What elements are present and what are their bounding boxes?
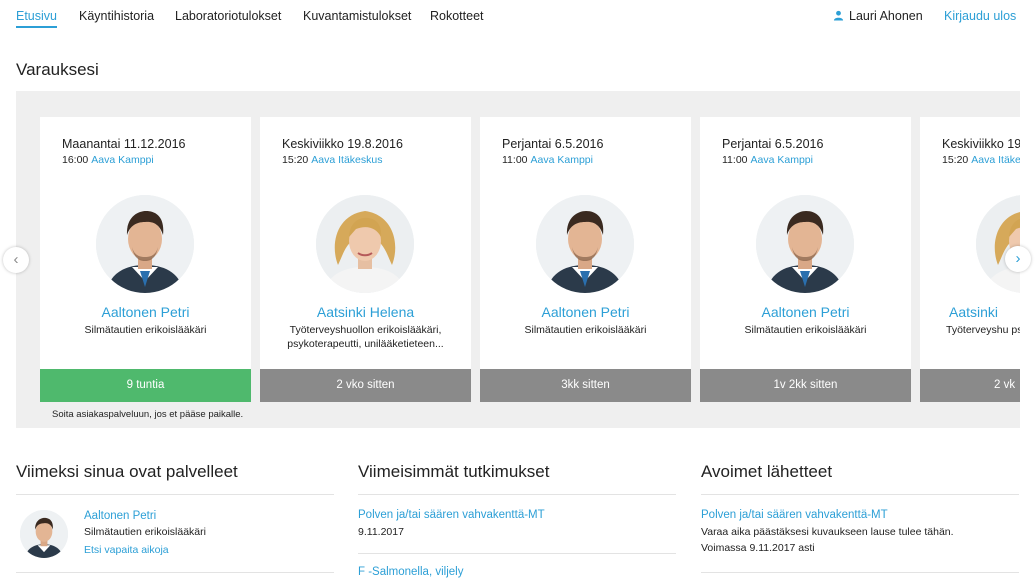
open-referrals-section: Avoimet lähetteet Polven ja/tai säären v… <box>701 462 1019 583</box>
referral-item-link[interactable]: Polven ja/tai säären vahvakenttä-MT <box>701 509 888 521</box>
recent-doctors-title: Viimeksi sinua ovat palvelleet <box>16 462 238 481</box>
booking-card[interactable]: Keskiviikko 19.8.2016 15:20 Aava Itäkesku… <box>260 117 471 402</box>
booking-status-badge: 2 vko sitten <box>260 369 471 402</box>
doctor-avatar <box>536 195 634 293</box>
referral-item-validity: Voimassa 9.11.2017 asti <box>701 542 815 554</box>
study-item-link[interactable]: F -Salmonella, viljely <box>358 566 463 578</box>
bookings-title: Varauksesi <box>16 60 99 79</box>
chevron-left-icon: ‹ <box>13 251 19 268</box>
recent-doctors-section: Viimeksi sinua ovat palvelleet Aaltonen … <box>16 462 334 583</box>
doctor-specialty: Työterveyshu psykoterapeut <box>946 324 1020 336</box>
top-navigation: Etusivu Käyntihistoria Laboratoriotuloks… <box>0 0 1036 34</box>
divider <box>16 494 334 495</box>
booking-date: Keskiviikko 19 <box>942 137 1020 151</box>
nav-vaccines[interactable]: Rokotteet <box>430 9 484 23</box>
recent-studies-title: Viimeisimmät tutkimukset <box>358 462 550 481</box>
booking-card[interactable]: Perjantai 6.5.2016 11:00 Aava Kamppi Aalt… <box>480 117 691 402</box>
carousel-prev-button[interactable]: ‹ <box>3 247 29 273</box>
nav-home[interactable]: Etusivu <box>16 9 57 28</box>
user-icon <box>833 10 844 21</box>
booking-status-badge: 1v 2kk sitten <box>700 369 911 402</box>
doctor-avatar <box>20 510 68 558</box>
divider <box>16 572 334 573</box>
booking-location-link[interactable]: Aava Kamppi <box>91 154 153 166</box>
referral-item-description: Varaa aika päästäksesi kuvaukseen lause … <box>701 526 954 538</box>
booking-location-link[interactable]: Aava Kamppi <box>531 154 593 166</box>
doctor-name-link[interactable]: Aaltonen Petri <box>40 304 251 320</box>
booking-time: 15:20 <box>942 154 969 166</box>
booking-time: 15:20 <box>282 154 309 166</box>
logout-link[interactable]: Kirjaudu ulos <box>944 9 1016 23</box>
booking-date: Perjantai 6.5.2016 <box>502 137 604 151</box>
doctor-specialty: Silmätautien erikoislääkäri <box>524 324 647 336</box>
nav-lab-results[interactable]: Laboratoriotulokset <box>175 9 281 23</box>
booking-location-link[interactable]: Aava Itäkes <box>971 154 1020 166</box>
nav-imaging-results[interactable]: Kuvantamistulokset <box>303 9 411 23</box>
find-free-times-link[interactable]: Etsi vapaita aikoja <box>84 544 169 556</box>
booking-time: 16:00 <box>62 154 89 166</box>
divider <box>358 553 676 554</box>
booking-time: 11:00 <box>502 154 528 166</box>
nav-visit-history[interactable]: Käyntihistoria <box>79 9 154 23</box>
booking-location-link[interactable]: Aava Kamppi <box>751 154 813 166</box>
divider <box>358 494 676 495</box>
chevron-right-icon: › <box>1015 250 1021 267</box>
doctor-avatar <box>316 195 414 293</box>
doctor-name-link[interactable]: Aatsinki <box>949 304 1020 320</box>
recent-studies-section: Viimeisimmät tutkimukset Polven ja/tai s… <box>358 462 676 583</box>
booking-time: 11:00 <box>722 154 748 166</box>
doctor-avatar <box>96 195 194 293</box>
booking-note: Soita asiakaspalveluun, jos et pääse pai… <box>52 409 244 420</box>
bookings-carousel: Maanantai 11.12.2016 16:00 Aava Kamppi Aa… <box>16 91 1020 428</box>
user-name: Lauri Ahonen <box>849 9 923 23</box>
doctor-specialty: Silmätautien erikoislääkäri <box>84 324 207 336</box>
booking-card[interactable]: Perjantai 6.5.2016 11:00 Aava Kamppi Aalt… <box>700 117 911 402</box>
doctor-name-link[interactable]: Aatsinki Helena <box>260 304 471 320</box>
booking-status-badge: 9 tuntia <box>40 369 251 402</box>
doctor-avatar <box>976 195 1020 293</box>
study-item-date: 9.11.2017 <box>358 526 404 538</box>
doctor-name-link[interactable]: Aaltonen Petri <box>480 304 691 320</box>
booking-status-badge: 3kk sitten <box>480 369 691 402</box>
carousel-next-button[interactable]: › <box>1005 246 1031 272</box>
divider <box>701 494 1019 495</box>
recent-doctor-name-link[interactable]: Aaltonen Petri <box>84 510 156 522</box>
recent-doctor-specialty: Silmätautien erikoislääkäri <box>84 526 206 538</box>
doctor-specialty: Työterveyshuollon erikoislääkäri, psykot… <box>287 324 444 350</box>
doctor-specialty: Silmätautien erikoislääkäri <box>744 324 867 336</box>
open-referrals-title: Avoimet lähetteet <box>701 462 833 481</box>
booking-date: Maanantai 11.12.2016 <box>62 137 186 151</box>
booking-card[interactable]: Maanantai 11.12.2016 16:00 Aava Kamppi Aa… <box>40 117 251 402</box>
user-menu[interactable]: Lauri Ahonen <box>833 9 923 23</box>
booking-date: Perjantai 6.5.2016 <box>722 137 824 151</box>
booking-status-badge: 2 vk <box>920 369 1020 402</box>
doctor-name-link[interactable]: Aaltonen Petri <box>700 304 911 320</box>
doctor-avatar <box>756 195 854 293</box>
booking-date: Keskiviikko 19.8.2016 <box>282 137 403 151</box>
study-item-link[interactable]: Polven ja/tai säären vahvakenttä-MT <box>358 509 545 521</box>
divider <box>701 572 1019 573</box>
booking-location-link[interactable]: Aava Itäkeskus <box>311 154 382 166</box>
